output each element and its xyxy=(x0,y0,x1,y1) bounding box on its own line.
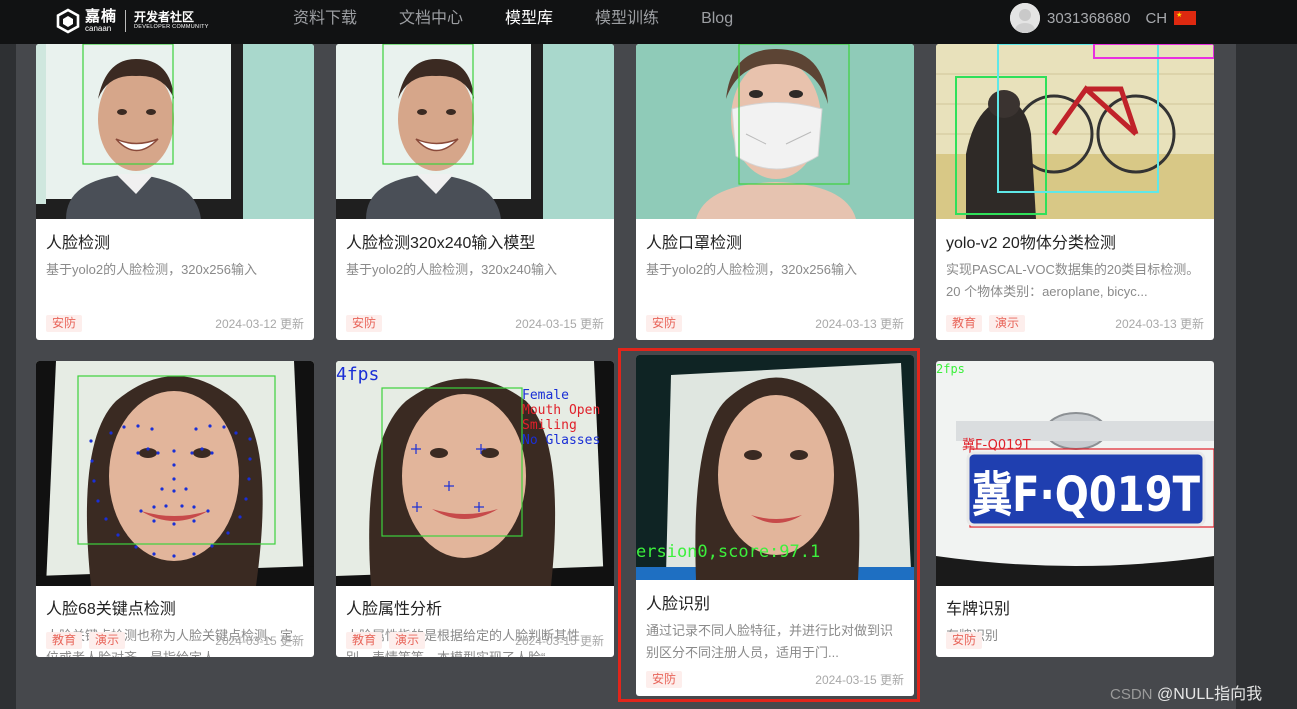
nav-item-docs[interactable]: 文档中心 xyxy=(399,0,463,40)
nav-item-model-library[interactable]: 模型库 xyxy=(505,0,553,40)
attr-female-text: Female xyxy=(522,388,569,403)
model-card-face-detection-320x240[interactable]: 人脸检测320x240输入模型 基于yolo2的人脸检测，320x240输入 安… xyxy=(336,44,614,340)
card-title: 人脸检测 xyxy=(46,235,111,252)
tag-education[interactable]: 教育 xyxy=(46,631,83,649)
card-date: 2024-03-12 更新 xyxy=(215,316,304,331)
fps-overlay-text: 2fps xyxy=(936,362,965,376)
card-date: 2024-03-15 更新 xyxy=(515,633,604,648)
model-card-license-plate-recognition[interactable]: 冀F·Q019T 冀F-Q019T 2fps 车牌识别 车牌识别 安防 xyxy=(936,361,1214,657)
card-image xyxy=(36,44,314,219)
watermark-csdn: CSDN xyxy=(1110,686,1153,703)
model-card-face-detection[interactable]: 人脸检测 基于yolo2的人脸检测，320x256输入 安防 2024-03-1… xyxy=(36,44,314,340)
logo-cn-text: 嘉楠 xyxy=(85,7,118,25)
model-card-face-68-landmarks[interactable]: 人脸68关键点检测 人脸关键点检测也称为人脸关键点检测、定位或者人脸对齐，是指给… xyxy=(36,361,314,657)
plate-detect-text: 冀F-Q019T xyxy=(962,437,1031,453)
logo-community-text: 开发者社区 xyxy=(134,10,195,24)
attr-mouth-open-text: Mouth Open xyxy=(522,403,600,418)
card-image xyxy=(336,44,614,219)
card-image xyxy=(636,44,914,219)
tag-security[interactable]: 安防 xyxy=(946,631,983,649)
attr-smiling-text: Smiling xyxy=(522,418,577,433)
tag-demo[interactable]: 演示 xyxy=(389,631,426,649)
tag-security[interactable]: 安防 xyxy=(46,314,83,332)
card-date: 2024-03-15 更新 xyxy=(515,316,604,331)
card-title: 人脸68关键点检测 xyxy=(46,601,176,618)
nav-item-blog[interactable]: Blog xyxy=(701,0,733,40)
card-title: yolo-v2 20物体分类检测 xyxy=(946,235,1116,252)
top-navbar: 嘉楠 canaan 开发者社区 DEVELOPER COMMUNITY 资料下载… xyxy=(0,0,1297,44)
logo-en-text: canaan xyxy=(85,23,112,33)
canaan-logo-icon xyxy=(56,8,80,34)
logo-divider xyxy=(125,10,127,32)
tag-security[interactable]: 安防 xyxy=(346,314,383,332)
tag-demo[interactable]: 演示 xyxy=(989,314,1026,332)
card-description: 基于yolo2的人脸检测，320x256输入 xyxy=(46,262,257,277)
csdn-watermark: CSDN @NULL指向我 xyxy=(1110,680,1262,704)
language-switch[interactable]: CH xyxy=(1145,10,1167,27)
card-image: 冀F·Q019T 冀F-Q019T 2fps xyxy=(936,361,1214,586)
username[interactable]: 3031368680 xyxy=(1047,10,1130,27)
china-flag-icon[interactable]: ★ xyxy=(1174,11,1197,25)
avatar-image xyxy=(1010,3,1040,33)
card-title: 人脸口罩检测 xyxy=(646,235,743,252)
user-area: 3031368680 CH ★ xyxy=(1010,2,1197,34)
canaan-logo[interactable]: 嘉楠 canaan 开发者社区 DEVELOPER COMMUNITY xyxy=(55,6,209,36)
model-card-yolo-v2-20-class[interactable]: yolo-v2 20物体分类检测 实现PASCAL-VOC数据集的20类目标检测… xyxy=(936,44,1214,340)
watermark-author: @NULL指向我 xyxy=(1156,686,1263,703)
card-date: 2024-03-15 更新 xyxy=(215,633,304,648)
tag-security[interactable]: 安防 xyxy=(646,314,683,332)
card-title: 人脸检测320x240输入模型 xyxy=(346,235,536,252)
card-title: 人脸属性分析 xyxy=(346,601,443,618)
attr-no-glasses-text: No Glasses xyxy=(522,433,600,448)
tag-education[interactable]: 教育 xyxy=(346,631,383,649)
fps-overlay-text: 4fps xyxy=(336,364,379,385)
main-nav: 资料下载 文档中心 模型库 模型训练 Blog xyxy=(293,0,775,40)
plate-number-text: 冀F·Q019T xyxy=(972,467,1200,523)
logo-community-en-text: DEVELOPER COMMUNITY xyxy=(134,24,209,30)
tag-demo[interactable]: 演示 xyxy=(89,631,126,649)
card-description: 基于yolo2的人脸检测，320x240输入 xyxy=(346,262,557,277)
tag-education[interactable]: 教育 xyxy=(946,314,983,332)
card-image xyxy=(36,361,314,586)
avatar[interactable] xyxy=(1010,3,1040,33)
nav-item-downloads[interactable]: 资料下载 xyxy=(293,0,357,40)
card-image: 4fps Female Mouth Open Smiling No Glasse… xyxy=(336,361,614,586)
card-date: 2024-03-13 更新 xyxy=(1115,316,1204,331)
model-card-face-attribute-analysis[interactable]: 4fps Female Mouth Open Smiling No Glasse… xyxy=(336,361,614,657)
card-description: 实现PASCAL-VOC数据集的20类目标检测。20 个物体类别：aeropla… xyxy=(946,262,1200,299)
nav-item-model-training[interactable]: 模型训练 xyxy=(595,0,659,40)
card-description: 基于yolo2的人脸检测，320x256输入 xyxy=(646,262,857,277)
red-highlight-box xyxy=(618,348,920,702)
card-title: 车牌识别 xyxy=(946,601,1011,618)
card-date: 2024-03-13 更新 xyxy=(815,316,904,331)
model-card-face-mask-detection[interactable]: 人脸口罩检测 基于yolo2的人脸检测，320x256输入 安防 2024-03… xyxy=(636,44,914,340)
card-image xyxy=(936,44,1214,219)
